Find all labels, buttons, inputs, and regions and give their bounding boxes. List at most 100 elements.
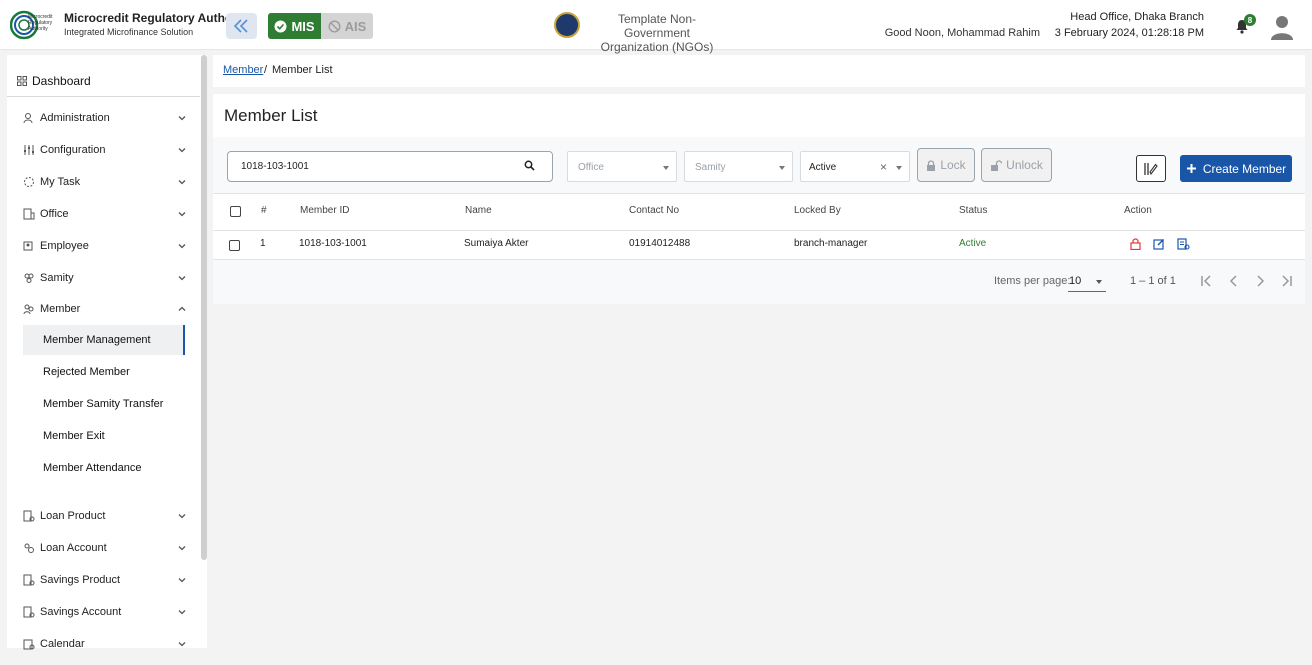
chevron-down-icon	[178, 578, 186, 583]
unlock-label: Unlock	[1006, 158, 1043, 172]
row-checkbox[interactable]	[229, 240, 240, 251]
sidebar-item-employee[interactable]: Employee	[7, 232, 200, 260]
sidebar-item-calendar[interactable]: Calendar	[7, 630, 200, 658]
samity-select-placeholder: Samity	[695, 162, 726, 173]
create-member-button[interactable]: Create Member	[1180, 155, 1292, 182]
status-select[interactable]: Active ×	[800, 151, 910, 182]
page-title-bar	[213, 94, 1305, 137]
sidebar-item-label: My Task	[40, 176, 81, 188]
sidebar-item-label: Loan Account	[40, 542, 107, 554]
sidebar-subitem-member-exit[interactable]: Member Exit	[23, 421, 185, 451]
sidebar-item-member[interactable]: Member	[7, 295, 200, 323]
office-select[interactable]: Office	[567, 151, 677, 182]
sidebar-item-office[interactable]: Office	[7, 200, 200, 228]
collapse-sidebar-button[interactable]	[226, 13, 257, 39]
dashboard-label: Dashboard	[32, 74, 91, 88]
breadcrumb-current: Member List	[272, 64, 333, 76]
logo-text: Microcredit Regulatory Authority	[28, 14, 53, 32]
sidebar-subitem-member-attendance[interactable]: Member Attendance	[23, 453, 185, 483]
chevron-down-icon	[178, 546, 186, 551]
sidebar-subitem-label: Member Attendance	[43, 462, 142, 474]
member-icon	[23, 304, 34, 315]
sidebar-subitem-member-samity-transfer[interactable]: Member Samity Transfer	[23, 389, 185, 419]
chevron-down-icon	[178, 514, 186, 519]
user-avatar-icon[interactable]	[1270, 14, 1294, 40]
select-all-checkbox[interactable]	[230, 206, 241, 217]
column-settings-button[interactable]	[1136, 155, 1166, 182]
status-select-value: Active	[809, 162, 837, 173]
view-details-icon[interactable]	[1177, 238, 1190, 250]
items-per-page-value: 10	[1069, 275, 1082, 287]
next-page-icon[interactable]	[1253, 274, 1267, 288]
table-row	[213, 230, 1305, 260]
chevron-down-icon	[178, 642, 186, 647]
org-subtitle: Integrated Microfinance Solution	[64, 27, 194, 37]
status-cell: Active	[959, 238, 987, 249]
chevron-down-icon	[178, 180, 186, 185]
dropdown-arrow-icon	[663, 166, 669, 170]
sidebar-item-administration[interactable]: Administration	[7, 104, 200, 132]
lock-button[interactable]: Lock	[917, 148, 975, 182]
sidebar-subitem-label: Member Exit	[43, 430, 105, 442]
chevron-down-icon	[178, 276, 186, 281]
greeting-text: Good Noon, Mohammad Rahim	[884, 27, 1040, 39]
sidebar-item-label: Savings Product	[40, 574, 121, 586]
items-per-page-select[interactable]: 10	[1068, 272, 1106, 292]
double-chevron-left-icon	[233, 19, 248, 33]
current-datetime: 3 February 2024, 01:28:18 PM	[1054, 27, 1204, 39]
calendar-icon	[23, 639, 35, 650]
column-header: #	[261, 205, 267, 216]
locked-by-cell: branch-manager	[794, 238, 868, 249]
sidebar-subitem-member-management[interactable]: Member Management	[23, 325, 185, 355]
unlock-button[interactable]: Unlock	[981, 148, 1052, 182]
column-header: Locked By	[794, 205, 841, 216]
search-icon[interactable]	[524, 160, 535, 171]
savings-account-icon	[23, 606, 35, 618]
chevron-down-icon	[178, 212, 186, 217]
ais-mode-button[interactable]: AIS	[321, 13, 373, 39]
check-circle-icon	[274, 20, 287, 32]
column-header: Status	[959, 205, 988, 216]
lock-row-icon[interactable]	[1130, 238, 1141, 250]
sidebar-scrollbar[interactable]	[201, 55, 207, 560]
sidebar-item-configuration[interactable]: Configuration	[7, 136, 200, 164]
branch-name: Head Office, Dhaka Branch	[1070, 11, 1204, 23]
breadcrumb-separator: /	[264, 64, 268, 76]
breadcrumb	[213, 55, 1305, 87]
loan-product-icon	[23, 510, 35, 522]
mis-mode-button[interactable]: MIS	[268, 13, 321, 39]
dropdown-arrow-icon	[1096, 280, 1102, 284]
dropdown-arrow-icon	[896, 166, 902, 170]
samity-select[interactable]: Samity	[684, 151, 793, 182]
sidebar-item-samity[interactable]: Samity	[7, 264, 200, 292]
chevron-down-icon	[178, 148, 186, 153]
last-page-icon[interactable]	[1280, 274, 1294, 288]
column-header: Action	[1124, 205, 1152, 216]
mis-label: MIS	[291, 18, 315, 34]
column-header: Contact No	[629, 205, 680, 216]
edit-icon[interactable]	[1153, 238, 1165, 250]
sidebar-item-loan-account[interactable]: Loan Account	[7, 534, 200, 562]
government-emblem-icon	[554, 12, 580, 38]
sidebar-item-dashboard[interactable]: Dashboard	[7, 64, 200, 97]
first-page-icon[interactable]	[1199, 274, 1213, 288]
sidebar-item-my-task[interactable]: My Task	[7, 168, 200, 196]
lock-icon	[927, 159, 936, 171]
contact-cell: 01914012488	[629, 238, 691, 249]
loan-account-icon	[24, 543, 34, 553]
sidebar-item-loan-product[interactable]: Loan Product	[7, 502, 200, 530]
breadcrumb-link-member[interactable]: Member	[223, 64, 263, 76]
search-input-value: 1018-103-1001	[241, 161, 309, 172]
sidebar-subitem-rejected-member[interactable]: Rejected Member	[23, 357, 185, 387]
sidebar-item-savings-account[interactable]: Savings Account	[7, 598, 200, 626]
previous-page-icon[interactable]	[1227, 274, 1241, 288]
admin-icon	[23, 113, 33, 124]
sidebar-item-savings-product[interactable]: Savings Product	[7, 566, 200, 594]
lock-label: Lock	[940, 158, 966, 172]
task-icon	[24, 177, 34, 187]
dashboard-icon	[17, 76, 27, 86]
template-line-2: Organization (NGOs)	[600, 40, 714, 54]
config-icon	[24, 145, 34, 155]
page-title: Member List	[224, 106, 318, 125]
clear-icon[interactable]: ×	[880, 160, 887, 174]
